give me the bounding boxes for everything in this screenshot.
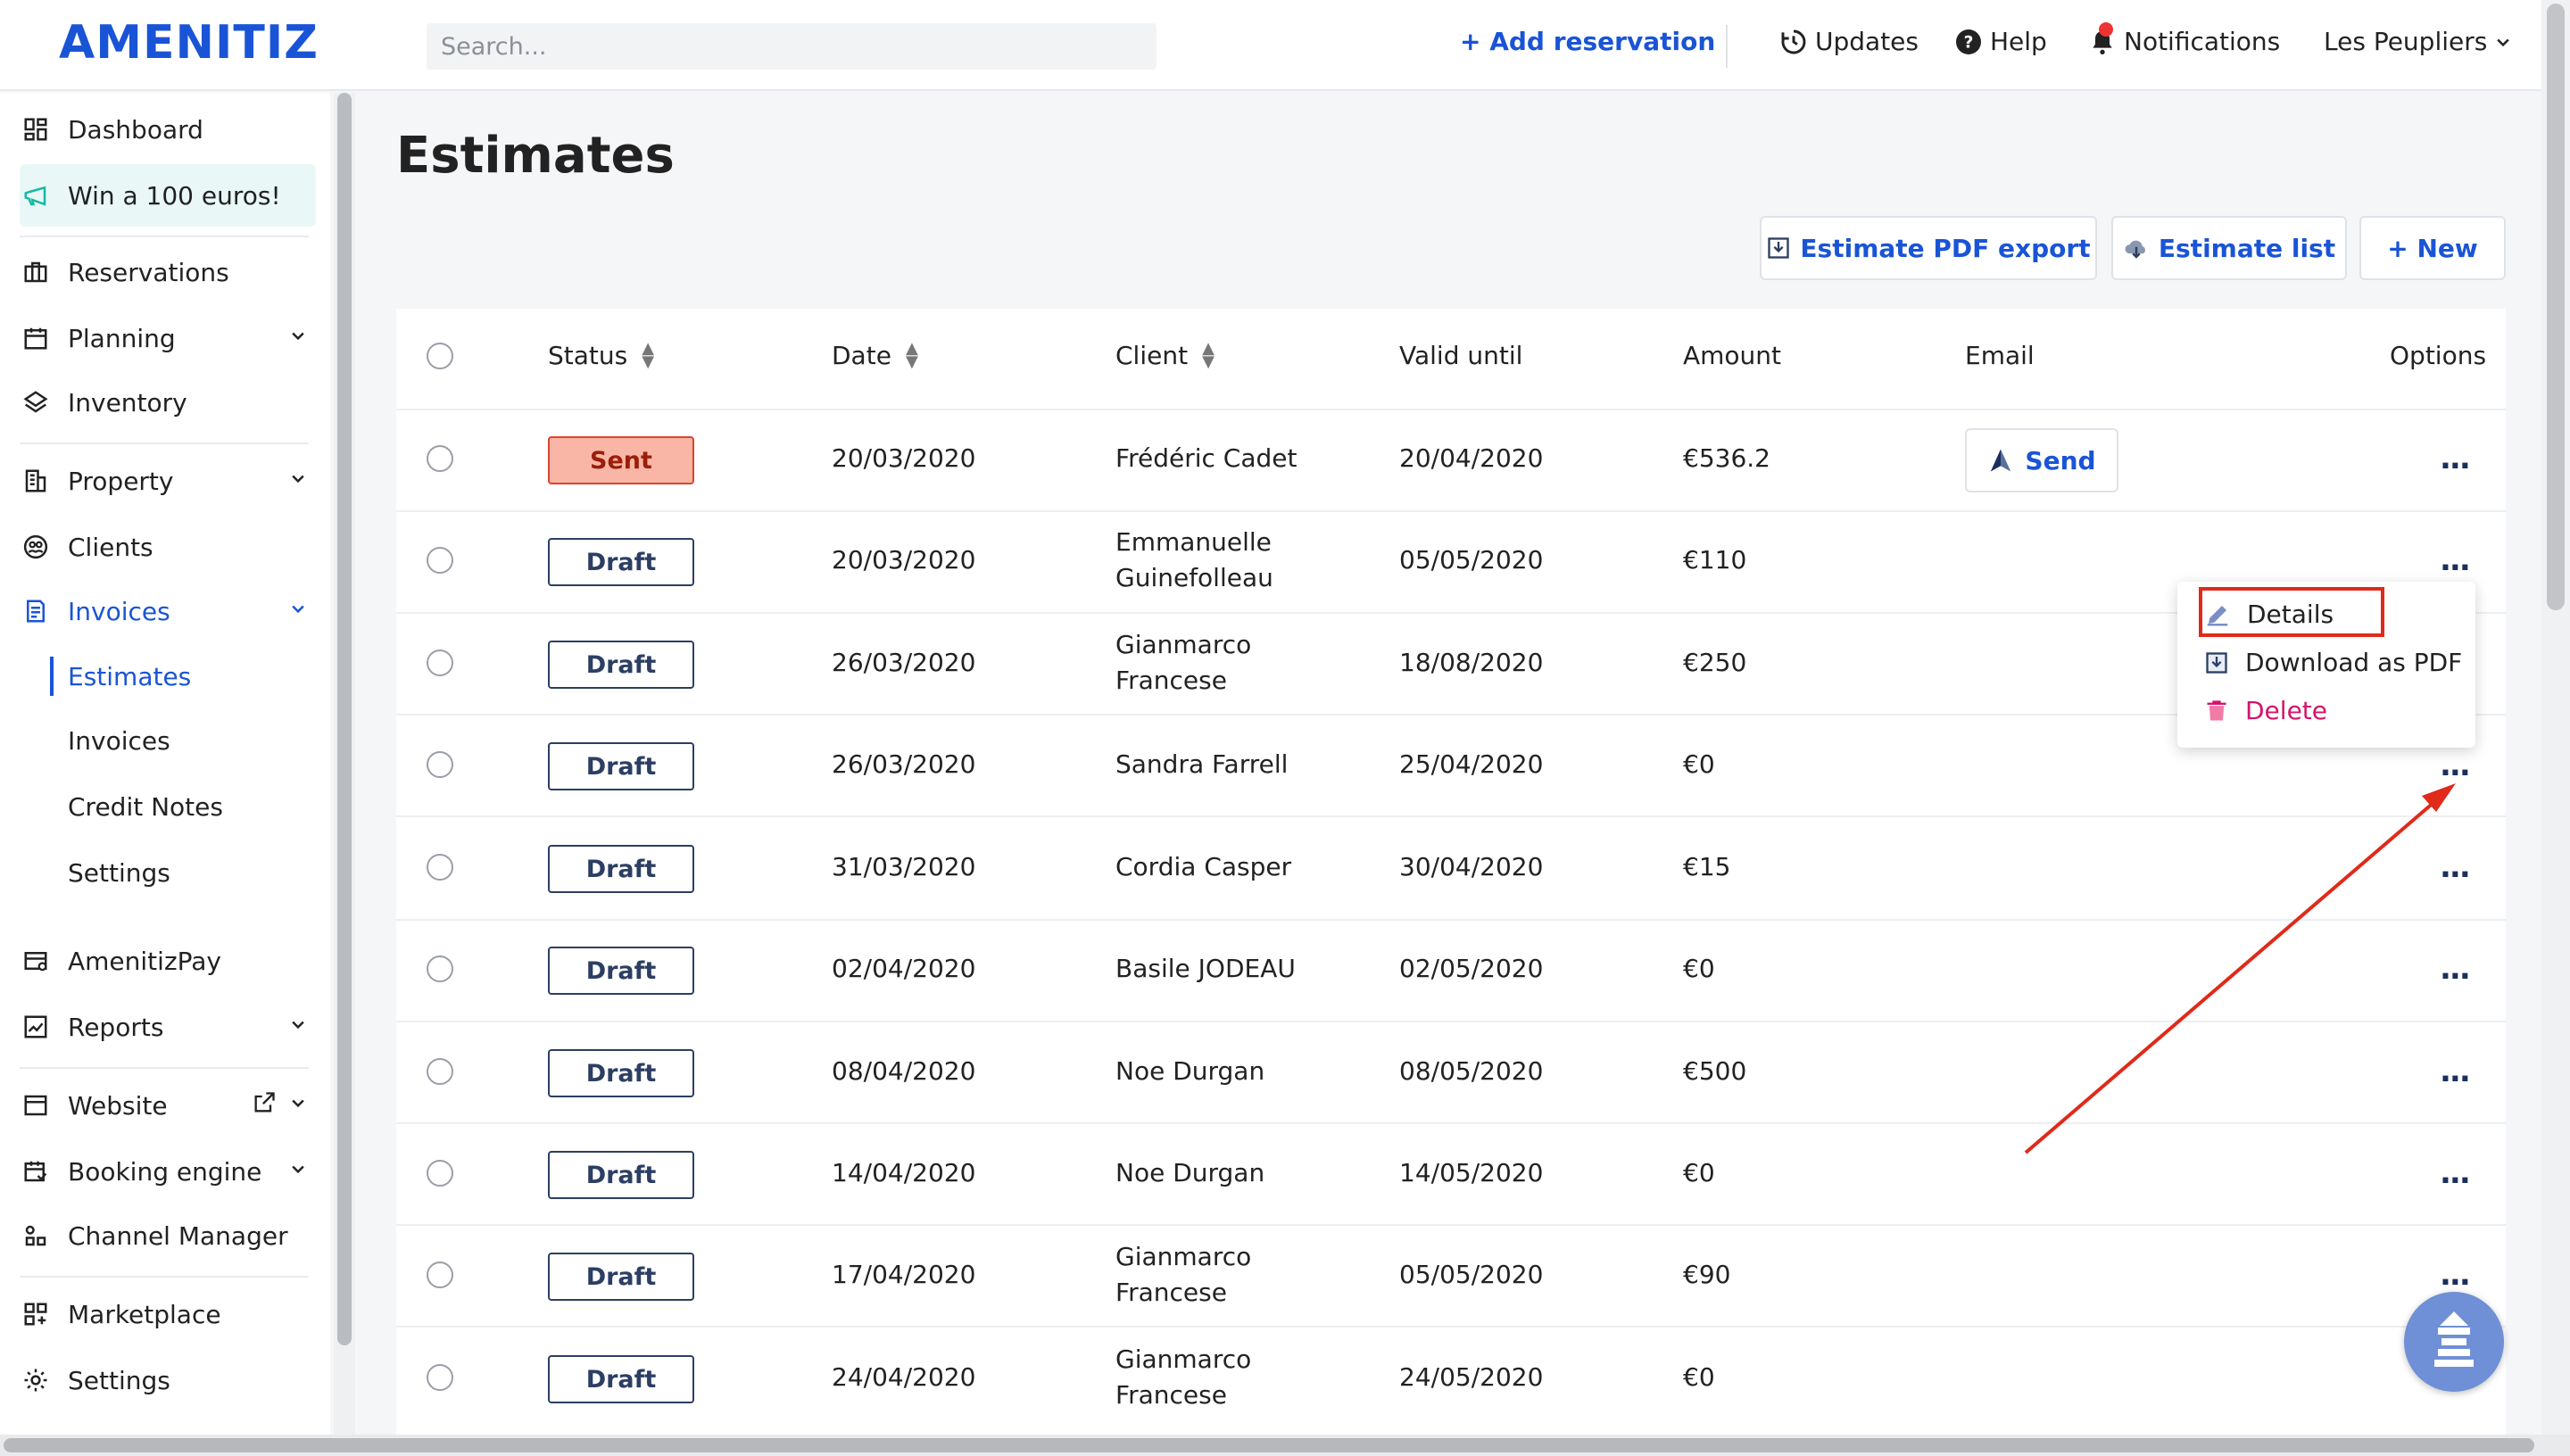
lighthouse-icon: [2434, 1311, 2474, 1367]
support-chat-button[interactable]: [2404, 1292, 2504, 1392]
annotation-arrow: [2024, 783, 2456, 1154]
page-horizontal-scrollbar-thumb[interactable]: [4, 1438, 2534, 1452]
page-vertical-scrollbar-thumb[interactable]: [2547, 4, 2565, 610]
